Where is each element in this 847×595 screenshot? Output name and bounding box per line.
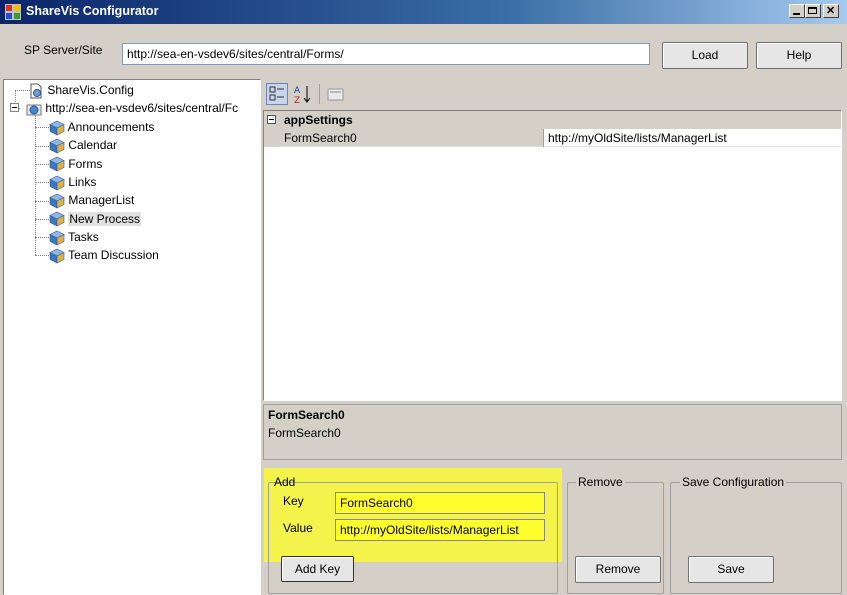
list-cube-icon [49, 193, 65, 209]
tree-item-label: Forms [68, 156, 103, 171]
tree-item[interactable]: Forms [35, 155, 102, 173]
description-title: FormSearch0 [268, 408, 345, 422]
category-header[interactable]: appSettings [264, 111, 841, 129]
collapse-toggle[interactable] [10, 103, 19, 112]
category-label: appSettings [284, 113, 353, 127]
list-cube-icon [49, 138, 65, 154]
value-label: Value [283, 521, 313, 535]
list-cube-icon [49, 120, 65, 136]
property-name-cell[interactable]: FormSearch0 [280, 129, 543, 146]
minimize-button[interactable] [789, 4, 805, 18]
add-group-label: Add [274, 475, 296, 489]
tree-item-label: Announcements [67, 120, 155, 134]
category-collapse-toggle[interactable] [267, 115, 276, 124]
value-input[interactable] [335, 519, 545, 541]
remove-button[interactable]: Remove [575, 556, 661, 583]
add-key-button[interactable]: Add Key [281, 556, 354, 582]
save-button[interactable]: Save [688, 556, 774, 583]
list-cube-icon [49, 157, 65, 172]
window-title: ShareVis Configurator [26, 4, 159, 18]
property-pages-button[interactable] [326, 85, 346, 103]
property-toolbar: A Z [262, 79, 847, 109]
server-label: SP Server/Site [24, 43, 103, 57]
list-cube-icon [49, 248, 65, 264]
tree-item[interactable]: Tasks [35, 228, 99, 246]
categorized-icon [269, 86, 284, 101]
tree-item-label: http://sea-en-vsdev6/sites/central/Fc [45, 101, 239, 115]
tree-item-label: Team Discussion [68, 248, 159, 263]
close-icon: ✕ [826, 5, 836, 17]
server-url-input[interactable] [122, 43, 650, 65]
property-pages-icon [327, 88, 344, 101]
list-cube-icon [49, 175, 65, 191]
help-button[interactable]: Help [756, 42, 842, 69]
svg-text:A: A [294, 86, 301, 96]
tree-item-label: New Process [68, 211, 142, 226]
maximize-button[interactable] [805, 4, 821, 18]
tree-item-label: Links [68, 174, 97, 189]
property-value[interactable]: http://myOldSite/lists/ManagerList [548, 131, 727, 145]
categorized-button[interactable] [266, 83, 288, 105]
tree-item[interactable]: Announcements [35, 118, 154, 136]
list-cube-icon [49, 230, 65, 246]
tree-item-config[interactable]: ShareVis.Config [28, 81, 134, 99]
tree-item-site[interactable]: http://sea-en-vsdev6/sites/central/Fc [26, 99, 238, 117]
site-icon [26, 104, 42, 116]
tree-item-label: ManagerList [68, 193, 135, 208]
tree-item[interactable]: Links [35, 173, 96, 191]
tree-item-label: ShareVis.Config [47, 83, 134, 97]
remove-group-label: Remove [576, 475, 625, 489]
tree-item[interactable]: New Process [35, 210, 142, 228]
tree-item[interactable]: Calendar [35, 136, 117, 154]
load-button[interactable]: Load [662, 42, 748, 69]
config-file-icon [30, 83, 42, 99]
property-grid[interactable]: appSettings FormSearch0 http://myOldSite… [263, 110, 842, 401]
description-text: FormSearch0 [268, 426, 341, 440]
app-icon [5, 4, 21, 20]
save-config-group-label: Save Configuration [680, 475, 787, 489]
site-tree[interactable]: ShareVis.Config http://sea-en-vsdev6/sit… [3, 79, 261, 595]
tree-item-label: Calendar [68, 138, 118, 153]
sort-az-icon: A Z [294, 86, 311, 106]
tree-item[interactable]: ManagerList [35, 191, 134, 209]
alphabetical-button[interactable]: A Z [292, 83, 314, 106]
property-name: FormSearch0 [284, 131, 357, 145]
key-label: Key [283, 494, 304, 508]
description-pane: FormSearch0 FormSearch0 [263, 404, 842, 460]
list-cube-icon [49, 211, 65, 227]
svg-text:Z: Z [294, 96, 300, 105]
tree-item-label: Tasks [68, 229, 99, 244]
close-button[interactable]: ✕ [823, 4, 839, 18]
key-input[interactable] [335, 492, 545, 514]
property-row[interactable]: FormSearch0 http://myOldSite/lists/Manag… [264, 129, 841, 147]
tree-item[interactable]: Team Discussion [35, 246, 159, 264]
